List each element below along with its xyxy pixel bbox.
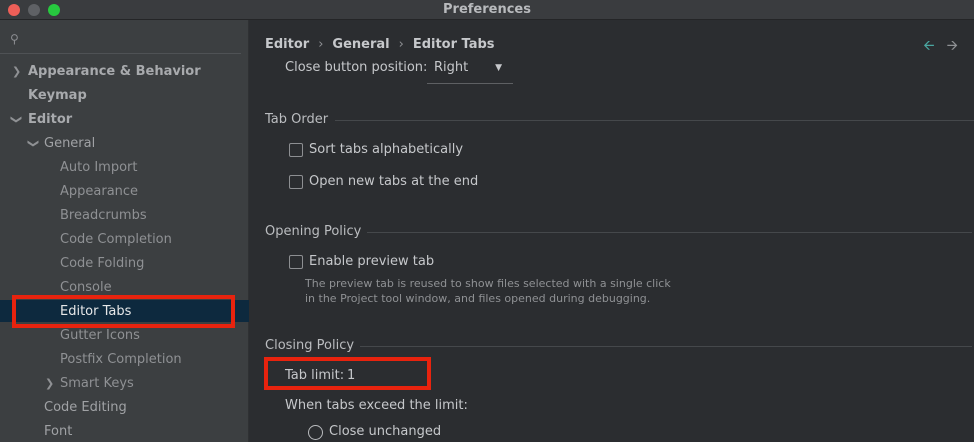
sidebar-item-general[interactable]: General (44, 132, 95, 154)
sidebar-item-font[interactable]: Font (44, 420, 72, 442)
sidebar-item-label: Font (44, 423, 73, 439)
sidebar-item-label: Code Completion (60, 231, 172, 247)
sidebar-item-label: Breadcrumbs (60, 207, 147, 223)
breadcrumb-editor-tabs: Editor Tabs (412, 36, 495, 52)
closing-policy-title: Closing Policy (265, 338, 355, 353)
sidebar-item-code-completion[interactable]: Code Completion (60, 228, 172, 250)
sidebar-item-smart-keys[interactable]: Smart Keys (60, 372, 134, 394)
sidebar-item-label: Editor (28, 111, 73, 127)
title-bar: Preferences (0, 0, 974, 20)
sidebar-item-label: Auto Import (60, 159, 138, 175)
enable-preview-tab-checkbox[interactable] (289, 255, 303, 269)
sidebar-item-label: Appearance & Behavior (28, 63, 201, 79)
navigation-arrows: 🡨 🡪 (923, 35, 958, 59)
sidebar-item-label: Gutter Icons (60, 327, 140, 343)
enable-preview-tab-label[interactable]: Enable preview tab (309, 254, 434, 269)
sidebar-item-code-folding[interactable]: Code Folding (60, 252, 144, 274)
chevron-down-icon[interactable]: ❯ (10, 115, 23, 124)
window-title: Preferences (443, 2, 531, 17)
sidebar-item-label: Console (60, 279, 112, 295)
open-new-tabs-end-checkbox[interactable] (289, 175, 303, 189)
opening-policy-title: Opening Policy (265, 224, 362, 239)
forward-arrow-icon[interactable]: 🡪 (947, 35, 958, 59)
settings-search-input[interactable]: ⚲ (8, 30, 242, 52)
sort-alphabetically-label[interactable]: Sort tabs alphabetically (309, 142, 463, 157)
breadcrumb: Editor › General › Editor Tabs (265, 35, 495, 53)
highlight-box-tab-limit (264, 357, 431, 390)
section-divider (367, 232, 972, 233)
settings-content: Editor › General › Editor Tabs 🡨 🡪 Close… (250, 20, 974, 442)
search-underline (0, 53, 241, 54)
minimize-window-button[interactable] (28, 4, 40, 16)
back-arrow-icon[interactable]: 🡨 (923, 35, 934, 59)
sidebar-item-auto-import[interactable]: Auto Import (60, 156, 137, 178)
sidebar-item-label: Smart Keys (60, 375, 134, 391)
close-window-button[interactable] (8, 4, 20, 16)
sort-alphabetically-checkbox[interactable] (289, 143, 303, 157)
close-button-position-select[interactable]: Right ▼ (427, 54, 513, 84)
breadcrumb-editor[interactable]: Editor (265, 37, 309, 52)
close-unchanged-radio[interactable] (308, 425, 323, 440)
tab-order-title: Tab Order (265, 112, 329, 127)
exceed-limit-label: When tabs exceed the limit: (285, 398, 468, 413)
sidebar-item-appearance-behavior[interactable]: Appearance & Behavior (28, 60, 201, 82)
close-unchanged-label[interactable]: Close unchanged (329, 424, 441, 439)
chevron-right-icon[interactable]: ❯ (12, 65, 21, 78)
sidebar-item-code-editing[interactable]: Code Editing (44, 396, 127, 418)
chevron-down-icon[interactable]: ❯ (27, 139, 40, 148)
breadcrumb-separator-icon: › (398, 36, 404, 52)
preview-tab-help-text: The preview tab is reused to show files … (305, 276, 685, 306)
sidebar-item-label: Code Editing (44, 399, 127, 415)
sidebar-item-label: Postfix Completion (60, 351, 182, 367)
sidebar-item-postfix-completion[interactable]: Postfix Completion (60, 348, 182, 370)
search-icon: ⚲ (10, 32, 19, 46)
sidebar-item-label: Code Folding (60, 255, 145, 271)
help-line-1: The preview tab is reused to show files … (305, 277, 671, 290)
sidebar-item-label: Keymap (28, 87, 87, 103)
chevron-down-icon: ▼ (495, 63, 502, 73)
sidebar-item-gutter-icons[interactable]: Gutter Icons (60, 324, 140, 346)
section-divider (335, 120, 974, 121)
sidebar-item-keymap[interactable]: Keymap (28, 84, 87, 106)
select-value: Right (434, 60, 469, 75)
sidebar-item-editor[interactable]: Editor (28, 108, 72, 130)
sidebar-item-label: Appearance (60, 183, 139, 199)
settings-sidebar: ⚲ ❯ Appearance & Behavior Keymap ❯ Edito… (0, 20, 249, 442)
open-new-tabs-end-label[interactable]: Open new tabs at the end (309, 174, 478, 189)
breadcrumb-general[interactable]: General (332, 37, 389, 52)
section-divider (360, 346, 972, 347)
chevron-right-icon[interactable]: ❯ (45, 377, 54, 390)
sidebar-item-appearance[interactable]: Appearance (60, 180, 138, 202)
help-line-2: in the Project tool window, and files op… (305, 292, 651, 305)
maximize-window-button[interactable] (48, 4, 60, 16)
sidebar-item-breadcrumbs[interactable]: Breadcrumbs (60, 204, 147, 226)
breadcrumb-separator-icon: › (318, 36, 324, 52)
sidebar-item-label: General (44, 135, 96, 151)
close-button-position-label: Close button position: (285, 60, 428, 75)
